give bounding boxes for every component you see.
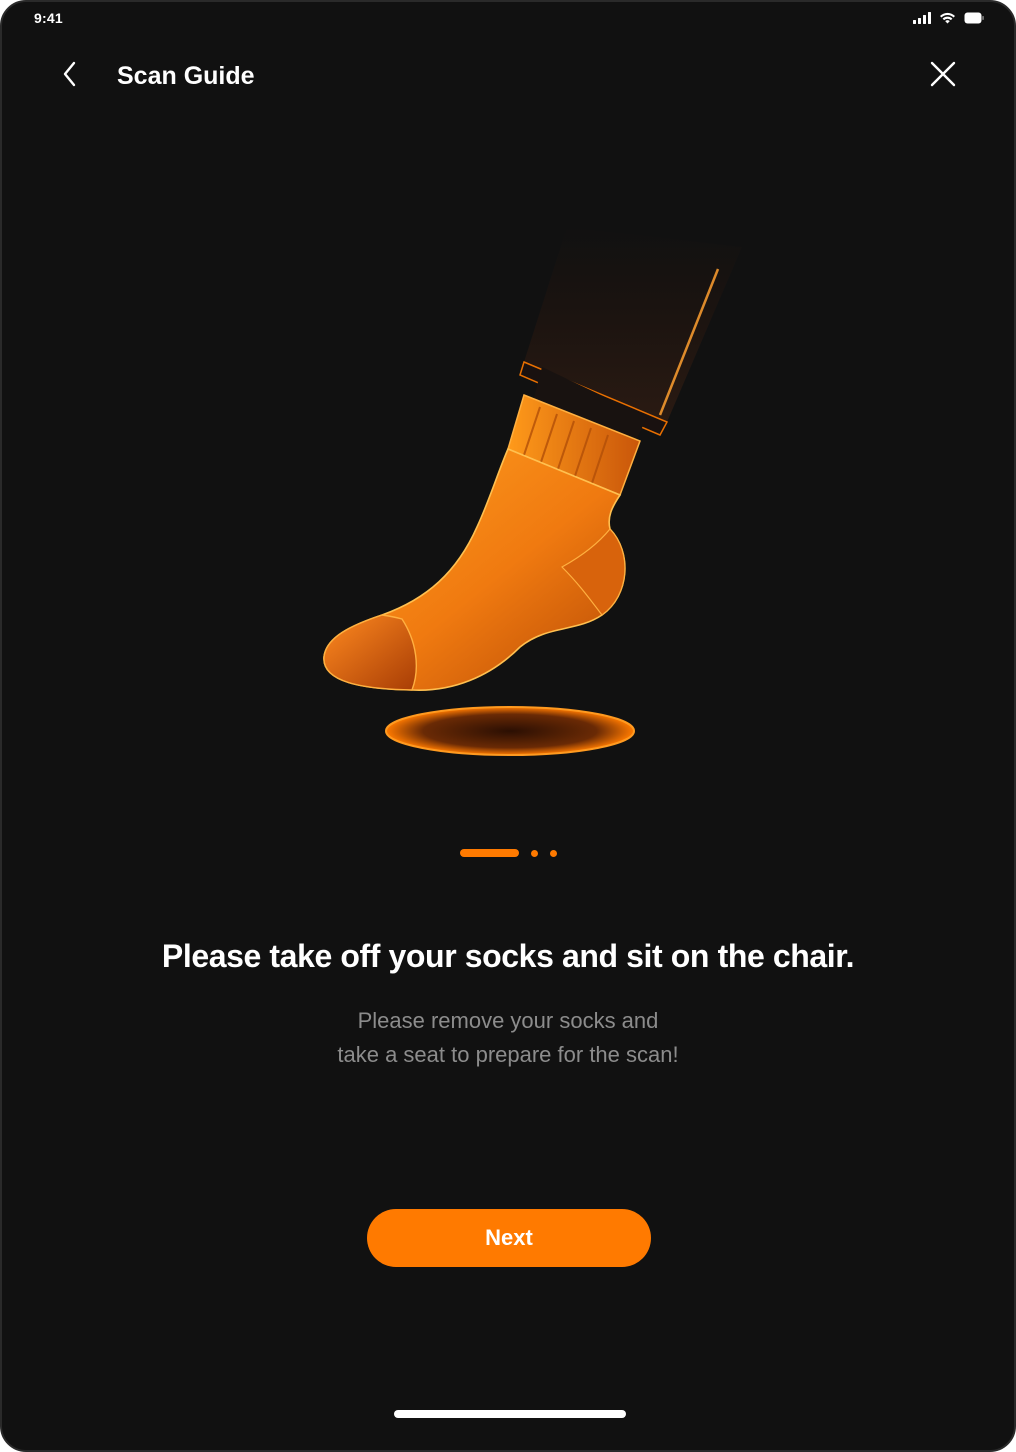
page-title: Scan Guide [117, 62, 255, 90]
status-icons [913, 11, 984, 29]
sock-foot-illustration [262, 207, 762, 777]
app-screen: 9:41 Scan Guide Please take off your soc… [0, 0, 1016, 1452]
status-bar: 9:41 [2, 2, 1014, 36]
close-icon [930, 61, 956, 92]
cellular-signal-icon [913, 11, 931, 29]
page-indicator [2, 848, 1014, 860]
back-button[interactable] [54, 60, 86, 92]
headline: Please take off your socks and sit on th… [161, 938, 855, 974]
status-time: 9:41 [34, 10, 63, 26]
description: Please remove your socks and take a seat… [2, 1004, 1014, 1072]
navigation-bar: Scan Guide [2, 46, 1014, 108]
description-line: take a seat to prepare for the scan! [337, 1042, 679, 1067]
chevron-left-icon [62, 61, 78, 92]
home-indicator[interactable] [394, 1410, 626, 1418]
page-dot-active [460, 849, 519, 857]
page-dot [531, 850, 538, 857]
description-line: Please remove your socks and [357, 1008, 659, 1033]
battery-icon [964, 11, 984, 29]
wifi-icon [939, 11, 956, 29]
close-button[interactable] [926, 59, 960, 93]
page-dot [550, 850, 557, 857]
next-button[interactable]: Next [367, 1209, 651, 1267]
